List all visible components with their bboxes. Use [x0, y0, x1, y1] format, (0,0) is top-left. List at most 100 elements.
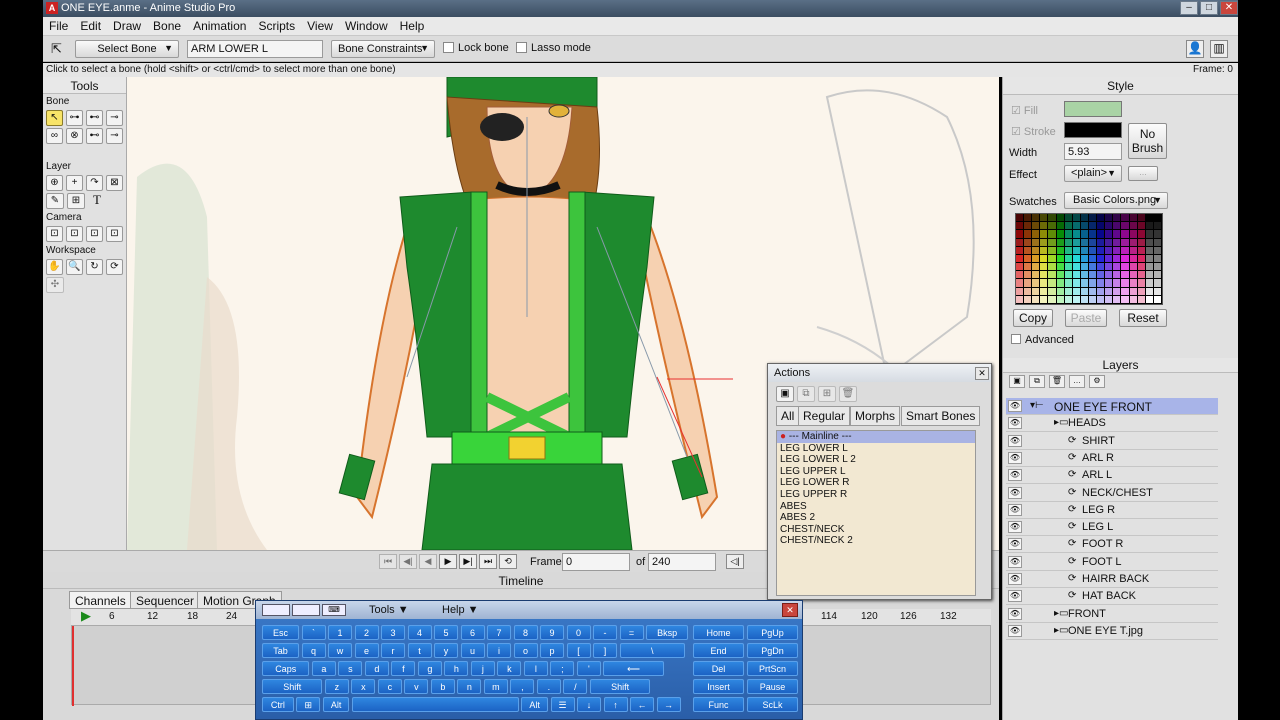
visibility-eye-icon[interactable]: 👁: [1008, 624, 1022, 637]
list-item[interactable]: LEG LOWER L 2: [777, 454, 975, 466]
color-swatch[interactable]: [1105, 271, 1114, 280]
color-swatch[interactable]: [1129, 246, 1138, 255]
color-swatch[interactable]: [1024, 230, 1033, 239]
new-action-icon[interactable]: ▣: [776, 386, 794, 402]
color-swatch[interactable]: [1145, 238, 1154, 247]
color-swatch[interactable]: [1121, 238, 1130, 247]
visibility-eye-icon[interactable]: 👁: [1008, 590, 1022, 603]
keyboard-key[interactable]: 0: [566, 625, 591, 640]
keyboard-key[interactable]: e: [354, 643, 379, 658]
layer-row[interactable]: 👁 ⟳ LEG R: [1006, 502, 1218, 519]
color-swatch[interactable]: [1040, 295, 1049, 304]
extra-tool-icon[interactable]: ✣: [46, 277, 64, 293]
color-swatch[interactable]: [1137, 295, 1146, 304]
color-swatch[interactable]: [1016, 263, 1025, 272]
color-swatch[interactable]: [1097, 295, 1106, 304]
color-swatch[interactable]: [1137, 263, 1146, 272]
color-swatch[interactable]: [1040, 279, 1049, 288]
color-swatch[interactable]: [1113, 230, 1122, 239]
visibility-eye-icon[interactable]: 👁: [1008, 538, 1022, 551]
color-swatch[interactable]: [1056, 295, 1065, 304]
color-swatch[interactable]: [1145, 263, 1154, 272]
color-swatch[interactable]: [1137, 238, 1146, 247]
layer-row[interactable]: 👁 ⟳ HAIRR BACK: [1006, 571, 1218, 588]
color-swatch[interactable]: [1024, 271, 1033, 280]
color-swatches[interactable]: [1015, 213, 1163, 305]
color-swatch[interactable]: [1056, 214, 1065, 223]
keyboard-nav-key[interactable]: Insert: [693, 679, 744, 694]
color-swatch[interactable]: [1048, 230, 1057, 239]
visibility-eye-icon[interactable]: 👁: [1008, 503, 1022, 516]
step-forward-icon[interactable]: ▶|: [459, 554, 477, 569]
shear-layer-icon[interactable]: ⊠: [106, 175, 123, 191]
swatches-dropdown[interactable]: Basic Colors.png ▼: [1064, 192, 1168, 209]
menu-help[interactable]: Help: [394, 17, 431, 33]
fill-color-swatch[interactable]: [1064, 101, 1122, 117]
end-icon[interactable]: ⏭: [479, 554, 497, 569]
effect-more-button[interactable]: ...: [1128, 166, 1158, 181]
color-swatch[interactable]: [1016, 279, 1025, 288]
color-swatch[interactable]: [1064, 214, 1073, 223]
color-swatch[interactable]: [1129, 254, 1138, 264]
fill-checkbox[interactable]: ☑ Fill: [1011, 104, 1038, 117]
keyboard-key[interactable]: ←: [630, 697, 654, 712]
paste-button[interactable]: Paste: [1065, 309, 1107, 327]
list-item[interactable]: LEG LOWER R: [777, 477, 975, 489]
copy-button[interactable]: Copy: [1013, 309, 1053, 327]
color-swatch[interactable]: [1097, 279, 1106, 288]
color-swatch[interactable]: [1088, 279, 1098, 288]
keyboard-key[interactable]: 6: [460, 625, 485, 640]
step-back-icon[interactable]: ◀|: [399, 554, 417, 569]
color-swatch[interactable]: [1129, 295, 1138, 304]
color-swatch[interactable]: [1080, 222, 1089, 231]
color-swatch[interactable]: [1105, 287, 1114, 296]
color-swatch[interactable]: [1137, 279, 1146, 288]
menu-file[interactable]: File: [43, 17, 74, 33]
tab-morphs[interactable]: Morphs: [850, 406, 901, 426]
color-swatch[interactable]: [1048, 246, 1057, 255]
keyboard-key[interactable]: n: [457, 679, 482, 694]
color-swatch[interactable]: [1064, 295, 1073, 304]
keyboard-key[interactable]: f: [391, 661, 416, 676]
color-swatch[interactable]: [1153, 238, 1162, 247]
color-swatch[interactable]: [1056, 263, 1065, 272]
keyboard-menu-tools[interactable]: Tools ▼: [369, 604, 409, 616]
color-swatch[interactable]: [1064, 279, 1073, 288]
color-swatch[interactable]: [1097, 263, 1106, 272]
keyboard-key[interactable]: Caps: [262, 661, 310, 676]
color-swatch[interactable]: [1048, 214, 1057, 223]
color-swatch[interactable]: [1113, 238, 1122, 247]
insert-action-icon[interactable]: ⊞: [818, 386, 836, 402]
play-icon[interactable]: ▶: [439, 554, 457, 569]
color-swatch[interactable]: [1024, 238, 1033, 247]
keyboard-key[interactable]: ↓: [577, 697, 601, 712]
color-swatch[interactable]: [1048, 287, 1057, 296]
keyboard-key[interactable]: d: [364, 661, 389, 676]
color-swatch[interactable]: [1129, 222, 1138, 231]
no-brush-button[interactable]: No Brush: [1128, 123, 1167, 159]
color-swatch[interactable]: [1105, 279, 1114, 288]
menu-edit[interactable]: Edit: [74, 17, 107, 33]
color-swatch[interactable]: [1097, 238, 1106, 247]
keyboard-key[interactable]: /: [563, 679, 588, 694]
color-swatch[interactable]: [1040, 254, 1049, 264]
keyboard-key[interactable]: ↑: [603, 697, 628, 712]
keyboard-nav-key[interactable]: End: [693, 643, 744, 658]
color-swatch[interactable]: [1097, 222, 1106, 231]
color-swatch[interactable]: [1113, 295, 1122, 304]
color-swatch[interactable]: [1040, 271, 1049, 280]
keyboard-key[interactable]: Alt: [521, 697, 548, 712]
duplicate-layer-icon[interactable]: ⧉: [1029, 375, 1045, 388]
keyboard-key[interactable]: g: [417, 661, 442, 676]
color-swatch[interactable]: [1097, 214, 1106, 223]
color-swatch[interactable]: [1113, 263, 1122, 272]
color-swatch[interactable]: [1153, 287, 1162, 296]
color-swatch[interactable]: [1024, 254, 1033, 264]
visibility-eye-icon[interactable]: 👁: [1008, 400, 1022, 412]
tab-channels[interactable]: Channels: [69, 591, 132, 609]
keyboard-key[interactable]: 5: [434, 625, 458, 640]
tab-regular[interactable]: Regular: [798, 406, 851, 426]
color-swatch[interactable]: [1080, 238, 1089, 247]
color-swatch[interactable]: [1032, 214, 1041, 223]
color-swatch[interactable]: [1016, 254, 1025, 264]
